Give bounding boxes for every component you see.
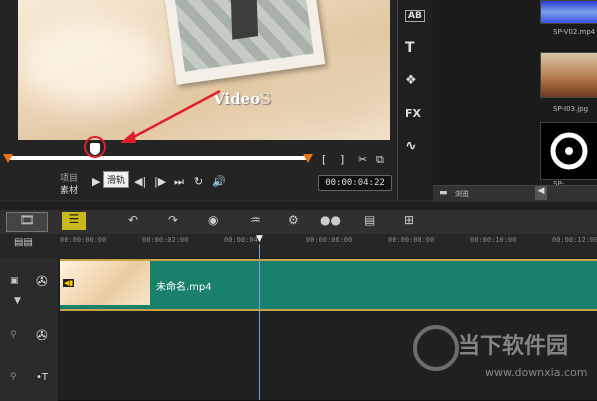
playhead-line bbox=[259, 244, 260, 400]
record-icon[interactable]: ◉ bbox=[208, 213, 218, 227]
lock-icon[interactable]: ⚲ bbox=[10, 372, 17, 382]
trim-end-marker[interactable] bbox=[303, 154, 313, 163]
volume-icon[interactable]: 🔊 bbox=[212, 175, 226, 188]
browse-label[interactable]: 浏览 bbox=[455, 189, 469, 199]
library-thumb-image[interactable] bbox=[540, 52, 597, 98]
ruler-tick-label: 00:00:02:00 bbox=[142, 236, 189, 244]
copy-icon[interactable]: ⧉ bbox=[376, 153, 384, 167]
end-icon[interactable]: ⏭ bbox=[174, 175, 184, 189]
timecode-display[interactable]: 00:00:04:22 bbox=[318, 175, 392, 191]
overlay-track-reel-icon: ✇ bbox=[36, 328, 48, 344]
undo-icon[interactable]: ↶ bbox=[128, 213, 138, 227]
collapse-icon[interactable]: ◀ bbox=[535, 186, 547, 200]
library-footer: ▬ 浏览 ◀ bbox=[433, 185, 597, 201]
track-expand-icon[interactable]: ▼ bbox=[14, 296, 21, 306]
fx-icon[interactable]: FX bbox=[405, 107, 421, 120]
panel-splitter[interactable] bbox=[0, 202, 597, 210]
mark-in-button[interactable]: [ bbox=[322, 153, 326, 166]
scrubber-tooltip: 滑轨 bbox=[103, 171, 130, 188]
scrubber-track[interactable] bbox=[8, 156, 308, 160]
film-view-icon[interactable]: 🎞 bbox=[6, 212, 48, 232]
audio-disc-icon bbox=[550, 132, 588, 170]
library-thumb-video[interactable] bbox=[540, 0, 597, 24]
clip-thumbnail: ◀▮ bbox=[60, 261, 150, 305]
split-icon[interactable]: ⊞ bbox=[404, 213, 414, 227]
scrubber-highlight-circle bbox=[84, 136, 106, 158]
track-header-column bbox=[0, 258, 59, 400]
library-thumb-audio[interactable] bbox=[540, 122, 597, 180]
clip-audio-icon: ◀▮ bbox=[63, 279, 75, 287]
library-thumb-label: SP-V02.mp4 bbox=[553, 28, 596, 36]
text-ab-icon[interactable]: AB bbox=[405, 10, 425, 22]
ruler-tick-label: 00:00:08:00 bbox=[388, 236, 435, 244]
motion-icon[interactable]: ⚙ bbox=[288, 213, 299, 227]
mode-clip-label[interactable]: 素材 bbox=[60, 183, 78, 196]
watermark-url: www.downxia.com bbox=[485, 366, 588, 379]
playhead-marker[interactable]: ▼ bbox=[256, 234, 263, 244]
photo-digit bbox=[229, 0, 259, 40]
track-manager-icon[interactable]: ▤▤ bbox=[14, 237, 33, 248]
title-track-icon: •T bbox=[36, 372, 49, 383]
graphic-icon[interactable]: ❖ bbox=[405, 73, 417, 88]
watermark-logo bbox=[413, 325, 459, 371]
step-forward-icon[interactable]: |▶ bbox=[154, 175, 166, 188]
clip-name: 未命名.mp4 bbox=[156, 282, 212, 293]
ruler-tick-label: 00:00:10:00 bbox=[470, 236, 517, 244]
ruler-tick-label: 00:00:12:00 bbox=[552, 236, 597, 244]
redo-icon[interactable]: ↷ bbox=[168, 213, 178, 227]
repeat-icon[interactable]: ↻ bbox=[194, 175, 203, 188]
ruler-tick-label: 00:00:06:00 bbox=[306, 236, 353, 244]
timeline-view-icon[interactable]: ☰ bbox=[62, 212, 86, 230]
title-overlay-icon[interactable]: ▤ bbox=[364, 213, 375, 227]
preview-title-suffix: S bbox=[260, 90, 271, 108]
video-track-reel-icon: ✇ bbox=[36, 274, 48, 290]
trim-start-marker[interactable] bbox=[3, 154, 13, 163]
lock-icon[interactable]: ⚲ bbox=[10, 330, 17, 340]
browse-icon[interactable]: ▬ bbox=[439, 188, 448, 198]
library-thumb-label: SP-I03.jpg bbox=[553, 105, 589, 113]
audio-mix-icon[interactable]: ♒ bbox=[250, 213, 261, 227]
watermark-title: 当下软件园 bbox=[458, 334, 569, 359]
title-icon[interactable]: T bbox=[405, 40, 415, 56]
mark-out-button[interactable]: ] bbox=[340, 153, 344, 166]
side-toolbar bbox=[397, 0, 434, 200]
path-icon[interactable]: ∿ bbox=[405, 138, 417, 154]
play-icon[interactable]: ▶ bbox=[92, 175, 100, 188]
cut-icon[interactable]: ✂ bbox=[358, 153, 367, 166]
red-arrow-annotation bbox=[120, 89, 221, 143]
subtitle-icon[interactable]: ●● bbox=[320, 213, 341, 227]
photo-card-image bbox=[171, 0, 314, 72]
ruler-tick-label: 00:00:00:00 bbox=[60, 236, 107, 244]
step-back-icon[interactable]: ◀| bbox=[134, 175, 146, 188]
video-track-icon[interactable]: ▣ bbox=[10, 276, 19, 286]
